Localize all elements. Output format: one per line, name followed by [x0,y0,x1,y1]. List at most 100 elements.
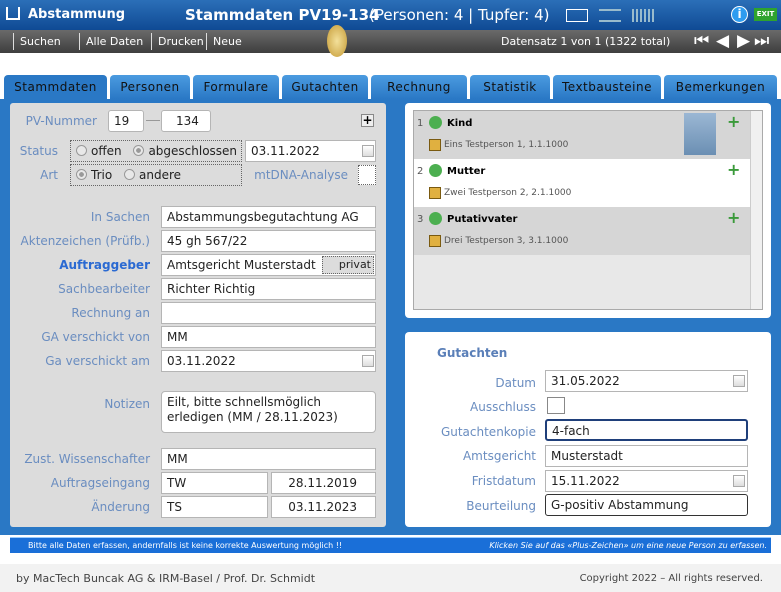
exit-button[interactable]: EXIT [754,8,777,21]
zust-field[interactable]: MM [161,448,376,470]
ausschluss-label: Ausschluss [470,400,536,414]
info-icon[interactable]: i [731,6,748,23]
gutachten-title: Gutachten [437,346,508,360]
record-counter: Datensatz 1 von 1 (1322 total) [501,35,671,48]
person-name: Drei Testperson 3, 3.1.1000 [444,236,569,246]
beurteilung-label: Beurteilung [466,499,536,513]
mtdna-checkbox[interactable] [358,165,376,185]
arrow-icon[interactable] [429,116,442,129]
beurteilung-field[interactable]: G-positiv Abstammung [545,494,748,516]
status-radio-group: offen abgeschlossen [70,140,242,162]
add-person-icon[interactable]: + [727,208,747,228]
art-andere-label: andere [139,168,182,182]
persons-scrollbar[interactable] [750,111,762,309]
view-grid-icon[interactable] [632,9,654,22]
tab-gutachten[interactable]: Gutachten [282,75,368,99]
eingang-user-field[interactable]: TW [161,472,268,494]
person-number: 2 [417,166,424,177]
insachen-field[interactable]: Abstammungsbegutachtung AG [161,206,376,228]
status-label: Status [19,144,58,158]
art-trio-radio[interactable] [76,169,87,180]
aktenzeichen-label: Aktenzeichen (Prüfb.) [20,234,150,248]
title-bar: Abstammung Stammdaten PV19-134 (Personen… [0,0,781,30]
ausschluss-checkbox[interactable] [547,397,565,414]
auftraggeber-label: Auftraggeber [59,258,150,272]
person-row[interactable]: 2 Mutter Zwei Testperson 2, 2.1.1000 + [414,159,750,207]
tab-formulare[interactable]: Formulare [193,75,279,99]
aenderung-date-field[interactable]: 03.11.2023 [271,496,376,518]
status-hint-left: Bitte alle Daten erfassen, andernfalls i… [28,541,343,550]
pv-year-field[interactable]: 19 [108,110,144,132]
ga-am-field[interactable]: 03.11.2022 [161,350,376,372]
calendar-icon[interactable] [733,475,745,487]
datum-field[interactable]: 31.05.2022 [545,370,748,392]
all-data-button[interactable]: Alle Daten [79,33,145,50]
ga-von-field[interactable]: MM [161,326,376,348]
new-case-button[interactable]: Neue Abstammung [206,33,318,65]
prev-record-icon[interactable]: ◀ [716,32,729,51]
add-person-icon[interactable]: + [727,112,747,132]
privat-checkbox[interactable]: privat [322,256,374,274]
calendar-icon[interactable] [733,375,745,387]
tab-statistik[interactable]: Statistik [470,75,550,99]
person-row[interactable]: 1 Kind Eins Testperson 1, 1.1.1000 + [414,111,750,159]
ga-von-label: GA verschickt von [41,330,150,344]
status-abgeschlossen-label: abgeschlossen [148,144,238,158]
notizen-field[interactable]: Eilt, bitte schnellsmöglich erledigen (M… [161,391,376,433]
mtdna-label: mtDNA-Analyse [254,168,348,182]
tab-stammdaten[interactable]: Stammdaten [4,75,107,99]
edit-icon[interactable] [429,235,441,247]
status-hint-right: Klicken Sie auf das «Plus-Zeichen» um ei… [489,541,767,550]
rechnung-field[interactable] [161,302,376,324]
status-offen-label: offen [91,144,122,158]
person-row[interactable]: 3 Putativvater Drei Testperson 3, 3.1.10… [414,207,750,255]
window-subtitle: (Personen: 4 | Tupfer: 4) [369,6,550,24]
view-list-icon[interactable] [599,9,621,22]
amtsgericht-label: Amtsgericht [462,449,536,463]
edit-icon[interactable] [429,139,441,151]
status-abgeschlossen-radio[interactable] [133,145,145,156]
add-person-icon[interactable]: + [727,160,747,180]
person-name: Eins Testperson 1, 1.1.1000 [444,140,569,150]
sachbearbeiter-field[interactable]: Richter Richtig [161,278,376,300]
notizen-label: Notizen [104,397,150,411]
status-date-field[interactable]: 03.11.2022 [245,140,376,162]
fristdatum-field[interactable]: 15.11.2022 [545,470,748,492]
insachen-label: In Sachen [90,210,150,224]
toolbar: Suchen Alle Daten Drucken Neue Abstammun… [0,25,781,65]
amtsgericht-field[interactable]: Musterstadt [545,445,748,467]
status-offen-radio[interactable] [76,145,87,156]
tab-bemerkungen[interactable]: Bemerkungen [664,75,777,99]
first-record-icon[interactable]: ⏮ [694,32,709,51]
gutachtenkopie-field[interactable]: 4-fach [545,419,748,441]
art-label: Art [40,168,58,182]
rechnung-label: Rechnung an [71,306,150,320]
eingang-label: Auftragseingang [50,476,150,490]
art-trio-label: Trio [91,168,113,182]
tab-textbausteine[interactable]: Textbausteine [553,75,661,99]
add-icon[interactable]: + [361,114,374,127]
arrow-icon[interactable] [429,164,442,177]
sachbearbeiter-label: Sachbearbeiter [58,282,150,296]
person-role: Mutter [447,166,486,177]
aenderung-user-field[interactable]: TS [161,496,268,518]
tab-personen[interactable]: Personen [110,75,190,99]
tab-rechnung[interactable]: Rechnung [371,75,467,99]
art-andere-radio[interactable] [124,169,136,180]
print-button[interactable]: Drucken [151,33,206,50]
aktenzeichen-field[interactable]: 45 gh 567/22 [161,230,376,252]
footer: by MacTech Buncak AG & IRM-Basel / Prof.… [0,564,781,592]
last-record-icon[interactable]: ⏭ [754,32,769,51]
view-single-icon[interactable] [566,9,588,22]
edit-icon[interactable] [429,187,441,199]
person-number: 1 [417,118,424,129]
calendar-icon[interactable] [362,145,374,157]
calendar-icon[interactable] [362,355,374,367]
eingang-date-field[interactable]: 28.11.2019 [271,472,376,494]
search-button[interactable]: Suchen [13,33,73,50]
next-record-icon[interactable]: ▶ [737,32,750,51]
pv-number-field[interactable]: 134 [161,110,211,132]
arrow-icon[interactable] [429,212,442,225]
home-icon[interactable] [6,7,20,20]
footer-credits: by MacTech Buncak AG & IRM-Basel / Prof.… [16,572,316,585]
